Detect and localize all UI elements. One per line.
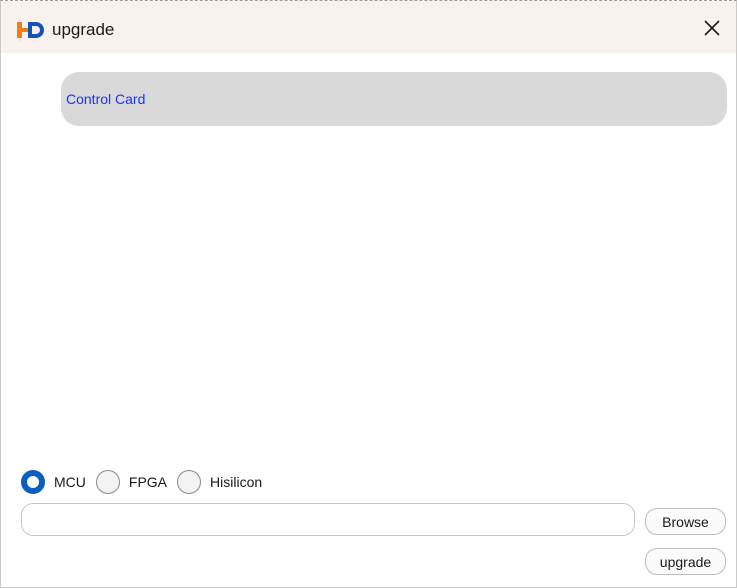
- list-item-label: Control Card: [66, 91, 146, 107]
- upgrade-dialog: upgrade Control Card MCU FPGA Hisilicon …: [0, 0, 737, 588]
- file-path-input[interactable]: [21, 503, 635, 536]
- radio-label-fpga: FPGA: [128, 474, 168, 490]
- list-item-control-card[interactable]: Control Card: [61, 72, 727, 126]
- radio-button-unchecked[interactable]: [177, 470, 202, 494]
- chip-type-radio-group: MCU FPGA Hisilicon: [21, 469, 272, 495]
- radio-fpga[interactable]: FPGA: [95, 470, 177, 494]
- radio-hisilicon[interactable]: Hisilicon: [177, 470, 272, 494]
- radio-button-checked[interactable]: [21, 470, 45, 494]
- close-button[interactable]: [693, 11, 731, 45]
- close-icon: [704, 20, 720, 36]
- device-list: Control Card: [61, 72, 727, 126]
- radio-label-mcu: MCU: [54, 474, 86, 490]
- radio-button-unchecked[interactable]: [95, 470, 120, 494]
- radio-label-hisilicon: Hisilicon: [210, 474, 263, 490]
- upgrade-button[interactable]: upgrade: [645, 548, 726, 575]
- radio-mcu[interactable]: MCU: [21, 470, 96, 494]
- window-title: upgrade: [52, 20, 115, 39]
- hd-logo-icon: [17, 22, 44, 38]
- title-bar[interactable]: upgrade: [1, 1, 736, 53]
- browse-button[interactable]: Browse: [645, 508, 726, 535]
